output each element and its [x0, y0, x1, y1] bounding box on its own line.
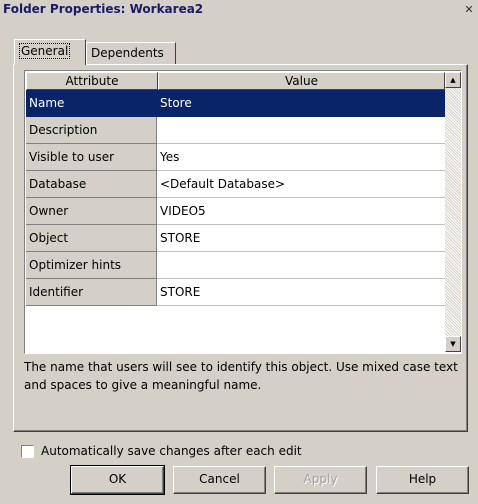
grid-vertical-scrollbar[interactable]: ▲ ▼ [445, 72, 461, 352]
ok-button[interactable]: OK [70, 465, 165, 495]
property-row[interactable]: Identifier STORE [26, 279, 445, 306]
value-cell[interactable]: <Default Database> [157, 171, 445, 198]
tab-dependents-label: Dependents [91, 46, 164, 60]
tab-general-label: General [19, 43, 71, 59]
attribute-cell: Owner [26, 198, 157, 225]
close-icon[interactable]: ✕ [462, 3, 476, 17]
properties-grid-body: Attribute Value Name Store Description V… [26, 72, 445, 352]
value-cell[interactable]: Store [157, 90, 445, 117]
help-button[interactable]: Help [376, 466, 469, 494]
property-row[interactable]: Database <Default Database> [26, 171, 445, 198]
cancel-button[interactable]: Cancel [173, 466, 266, 494]
property-row[interactable]: Owner VIDEO5 [26, 198, 445, 225]
attribute-cell: Database [26, 171, 157, 198]
column-header-value[interactable]: Value [158, 72, 445, 90]
scroll-down-icon[interactable]: ▼ [445, 336, 461, 352]
attribute-cell: Identifier [26, 279, 157, 306]
title-bar[interactable]: Folder Properties: Workarea2 ✕ [0, 0, 478, 20]
autosave-checkbox[interactable] [21, 445, 34, 458]
apply-button[interactable]: Apply [274, 466, 367, 494]
attribute-cell: Name [26, 90, 157, 117]
attribute-cell: Optimizer hints [26, 252, 157, 279]
value-cell[interactable]: VIDEO5 [157, 198, 445, 225]
property-row[interactable]: Description [26, 117, 445, 144]
folder-properties-dialog: Folder Properties: Workarea2 ✕ General D… [0, 0, 478, 504]
autosave-label: Automatically save changes after each ed… [41, 444, 302, 458]
column-header-attribute[interactable]: Attribute [26, 72, 158, 90]
tab-dependents[interactable]: Dependents [86, 42, 176, 64]
scroll-up-icon[interactable]: ▲ [445, 72, 461, 88]
value-cell[interactable]: STORE [157, 279, 445, 306]
value-cell[interactable]: Yes [157, 144, 445, 171]
property-row[interactable]: Visible to user Yes [26, 144, 445, 171]
window-title: Folder Properties: Workarea2 [3, 2, 204, 16]
property-row[interactable]: Name Store [26, 90, 445, 117]
tab-general[interactable]: General [14, 39, 86, 65]
value-cell[interactable]: STORE [157, 225, 445, 252]
value-cell[interactable] [157, 117, 445, 144]
property-row[interactable]: Optimizer hints [26, 252, 445, 279]
attribute-cell: Object [26, 225, 157, 252]
properties-grid: Attribute Value Name Store Description V… [24, 70, 462, 354]
attribute-cell: Description [26, 117, 157, 144]
value-cell[interactable] [157, 252, 445, 279]
attribute-description: The name that users will see to identify… [24, 360, 458, 392]
property-row[interactable]: Object STORE [26, 225, 445, 252]
attribute-cell: Visible to user [26, 144, 157, 171]
